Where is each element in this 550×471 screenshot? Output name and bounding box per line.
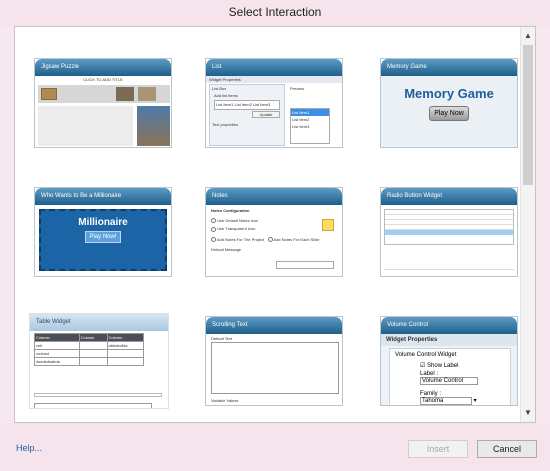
card-header: Table Widget xyxy=(30,314,168,331)
card-header: Jigsaw Puzzle xyxy=(35,59,171,76)
window-title: Select Interaction xyxy=(228,5,322,19)
interaction-gallery: Jigsaw Puzzle CLICK TO ADD TITLE List Wi… xyxy=(14,26,536,423)
card-header: Scrolling Text xyxy=(206,317,342,334)
scrolling-text-area xyxy=(211,342,339,394)
title-bar: Select Interaction xyxy=(0,0,550,26)
scroll-up-arrow-icon[interactable]: ▲ xyxy=(521,29,535,43)
puzzle-image xyxy=(137,106,170,146)
millionaire-banner: Millionaire Play Now! xyxy=(39,209,167,271)
note-icon xyxy=(322,219,334,231)
scrollbar-thumb[interactable] xyxy=(523,45,533,185)
sample-table: Column Column Column cell abbdedfda cndn… xyxy=(34,333,145,366)
card-header: Volume Control xyxy=(381,317,517,334)
scroll-down-arrow-icon[interactable]: ▼ xyxy=(521,406,535,420)
vertical-scrollbar[interactable]: ▲ ▼ xyxy=(520,27,535,422)
card-subtitle: CLICK TO ADD TITLE xyxy=(83,77,123,82)
card-radio-button-widget[interactable]: Radio Button Widget xyxy=(380,187,518,277)
card-header: List xyxy=(206,59,342,76)
insert-button[interactable]: Insert xyxy=(408,440,468,458)
card-header: Who Wants to Be a Millionaire xyxy=(35,188,171,205)
card-list[interactable]: List Widget Properties List Box Add list… xyxy=(205,58,343,148)
radio-list xyxy=(384,209,514,245)
card-volume-control[interactable]: Volume Control Widget Properties Volume … xyxy=(380,316,518,406)
card-notes[interactable]: Notes Notes Configuration Use Default No… xyxy=(205,187,343,277)
memory-game-heading: Memory Game xyxy=(404,86,494,101)
card-header: Notes xyxy=(206,188,342,205)
card-header: Radio Button Widget xyxy=(381,188,517,205)
card-jigsaw-puzzle[interactable]: Jigsaw Puzzle CLICK TO ADD TITLE xyxy=(34,58,172,148)
card-table-widget[interactable]: Table Widget Column Column Column cell a… xyxy=(29,313,169,409)
cancel-button[interactable]: Cancel xyxy=(477,440,537,458)
card-millionaire[interactable]: Who Wants to Be a Millionaire Millionair… xyxy=(34,187,172,277)
puzzle-strip xyxy=(38,85,170,103)
play-now-button: Play Now! xyxy=(85,231,121,243)
help-link[interactable]: Help... xyxy=(16,443,42,453)
update-button: Update xyxy=(252,111,280,118)
play-now-button: Play Now xyxy=(429,106,469,121)
card-header: Memory Game xyxy=(381,59,517,76)
list-preview: List Item1 List Item2 List Item3 xyxy=(290,108,330,144)
card-memory-game[interactable]: Memory Game Memory Game Play Now xyxy=(380,58,518,148)
puzzle-settings xyxy=(38,106,133,146)
card-scrolling-text[interactable]: Scrolling Text Default Text Variable Val… xyxy=(205,316,343,406)
dialog-footer: Help... Insert Cancel xyxy=(0,423,550,471)
